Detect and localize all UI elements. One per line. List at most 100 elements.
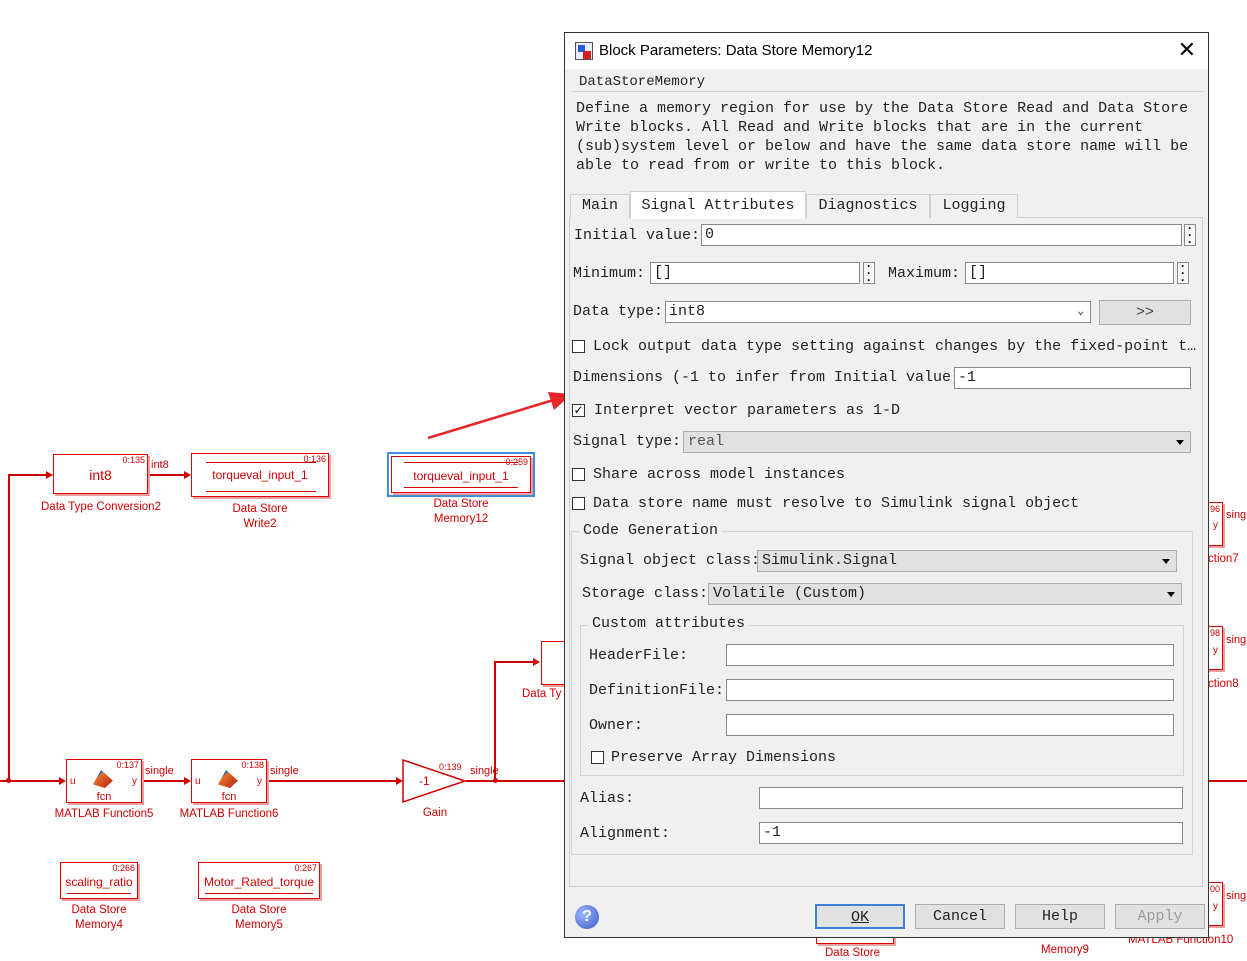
storage-class-label: Storage class: (582, 585, 709, 602)
block-caption[interactable]: Data Ty (522, 687, 567, 702)
data-store-memory-block[interactable]: 0:266 scaling_ratio (60, 862, 138, 899)
block-bar (404, 462, 518, 463)
block-parameters-dialog[interactable]: Block Parameters: Data Store Memory12 ✕ … (564, 32, 1209, 938)
maximum-field[interactable]: [] (965, 262, 1174, 284)
dialog-title: Block Parameters: Data Store Memory12 (599, 42, 873, 59)
signal-line[interactable] (494, 661, 534, 663)
block-bar (206, 491, 316, 492)
block-caption[interactable]: ction7 (1208, 552, 1239, 567)
signal-line[interactable] (267, 780, 397, 782)
output-port-label: y (132, 776, 137, 787)
storage-class-dropdown[interactable]: Volatile (Custom) (708, 583, 1182, 605)
data-type-assistant-button[interactable]: >> (1099, 300, 1191, 325)
block-caption[interactable]: MATLAB Function6 (169, 807, 289, 822)
signal-line[interactable] (8, 474, 48, 476)
signal-line[interactable] (1209, 780, 1247, 782)
output-port-label: y (257, 776, 262, 787)
initial-value-field[interactable]: 0 (701, 224, 1182, 246)
block-id: 0:135 (122, 455, 145, 465)
block-description: Define a memory region for use by the Da… (576, 100, 1189, 174)
definition-file-field[interactable] (726, 679, 1174, 701)
owner-label: Owner: (589, 717, 644, 734)
dimensions-field[interactable]: -1 (954, 367, 1191, 389)
more-options-icon[interactable]: · · · (1184, 222, 1196, 248)
signal-line[interactable] (466, 780, 566, 782)
tab-diagnostics[interactable]: Diagnostics (806, 194, 930, 218)
signal-type-value: real (688, 433, 725, 450)
signal-type-label: Signal type: (573, 433, 682, 450)
matlab-function-block[interactable]: 0:137 u y fcn (66, 759, 142, 803)
more-options-icon[interactable]: · · · (1177, 260, 1189, 286)
alignment-field[interactable]: -1 (759, 822, 1183, 844)
signal-line[interactable] (8, 474, 10, 782)
custom-attributes-title: Custom attributes (588, 615, 750, 632)
help-button[interactable]: Help (1015, 904, 1105, 929)
block-text: -1 (419, 774, 430, 788)
apply-button[interactable]: Apply (1115, 904, 1205, 929)
block-caption[interactable]: ction8 (1208, 677, 1239, 692)
block-caption[interactable]: Data Store Memory5 (199, 903, 319, 933)
definition-file-label: DefinitionFile: (589, 682, 725, 699)
block-caption[interactable]: Data Store Memory4 (39, 903, 159, 933)
resolve-signal-label: Data store name must resolve to Simulink… (593, 495, 1080, 512)
resolve-signal-checkbox[interactable] (572, 497, 585, 510)
block-caption[interactable]: Data Type Conversion2 (30, 500, 172, 515)
block-caption[interactable]: Gain (405, 806, 465, 821)
signal-label: sing (1226, 890, 1247, 902)
minimum-field[interactable]: [] (650, 262, 860, 284)
block-id: 96 (1210, 504, 1221, 514)
preserve-array-checkbox[interactable] (591, 751, 604, 764)
block-caption[interactable]: Data Store Write2 (200, 502, 320, 532)
close-icon[interactable]: ✕ (1178, 39, 1196, 61)
caption-line: Write2 (243, 518, 277, 530)
ok-button[interactable]: OK (815, 904, 905, 929)
owner-field[interactable] (726, 714, 1174, 736)
matlab-function-block[interactable]: 0:138 u y fcn (191, 759, 267, 803)
interpret-vector-checkbox[interactable]: ✓ (572, 404, 585, 417)
output-port-label: y (1213, 901, 1218, 912)
dimensions-label: Dimensions (-1 to infer from Initial val… (573, 369, 970, 386)
data-type-dropdown[interactable]: int8 ⌄ (665, 301, 1091, 323)
caption-line: Data Store (231, 904, 287, 916)
share-checkbox[interactable] (572, 468, 585, 481)
block-caption[interactable]: Data Store Memory12 (401, 497, 521, 527)
dropdown-arrow-icon (1167, 592, 1175, 597)
caption-line: Memory9 (1041, 944, 1089, 956)
block-caption[interactable]: MATLAB Function5 (44, 807, 164, 822)
data-store-write-block[interactable]: 0:136 torqueval_input_1 (191, 453, 329, 497)
caption-line: Memory12 (433, 513, 489, 525)
annotation-arrow (427, 392, 572, 440)
alignment-label: Alignment: (580, 825, 671, 842)
block-id: 0:139 (439, 762, 462, 772)
cancel-button[interactable]: Cancel (915, 904, 1005, 929)
lock-output-checkbox[interactable] (572, 340, 585, 353)
block-caption[interactable]: Data Store (825, 946, 880, 961)
dialog-title-bar[interactable]: Block Parameters: Data Store Memory12 ✕ (565, 33, 1208, 69)
minimum-label: Minimum: (573, 265, 646, 282)
tab-main[interactable]: Main (570, 194, 630, 218)
signal-label: sing (1226, 509, 1247, 521)
signal-label: int8 (151, 459, 169, 471)
signal-arrow (533, 658, 540, 666)
input-port-label: u (70, 776, 76, 787)
more-options-icon[interactable]: · · · (863, 260, 875, 286)
signal-type-dropdown[interactable]: real (683, 431, 1191, 453)
lock-output-label: Lock output data type setting against ch… (593, 338, 1197, 355)
block-text: scaling_ratio (65, 875, 133, 889)
signal-line[interactable] (494, 661, 496, 781)
header-file-field[interactable] (726, 644, 1174, 666)
tab-logging[interactable]: Logging (930, 194, 1018, 218)
signal-line[interactable] (141, 780, 185, 782)
signal-line[interactable] (148, 474, 185, 476)
block-id: 00 (1210, 884, 1221, 894)
tab-signal-attributes[interactable]: Signal Attributes (630, 191, 806, 219)
signal-object-class-dropdown[interactable]: Simulink.Signal (757, 550, 1177, 572)
data-store-memory-block[interactable]: 0:259 torqueval_input_1 (391, 456, 531, 493)
help-circle-icon[interactable]: ? (575, 905, 599, 929)
block-id: 0:266 (112, 863, 135, 873)
data-type-conversion-block[interactable]: 0:135 int8 (53, 454, 148, 494)
block-text: fcn (96, 791, 112, 803)
data-store-memory-block[interactable]: 0:267 Motor_Rated_torque (198, 862, 320, 899)
data-type-label: Data type: (573, 303, 664, 320)
alias-field[interactable] (759, 787, 1183, 809)
